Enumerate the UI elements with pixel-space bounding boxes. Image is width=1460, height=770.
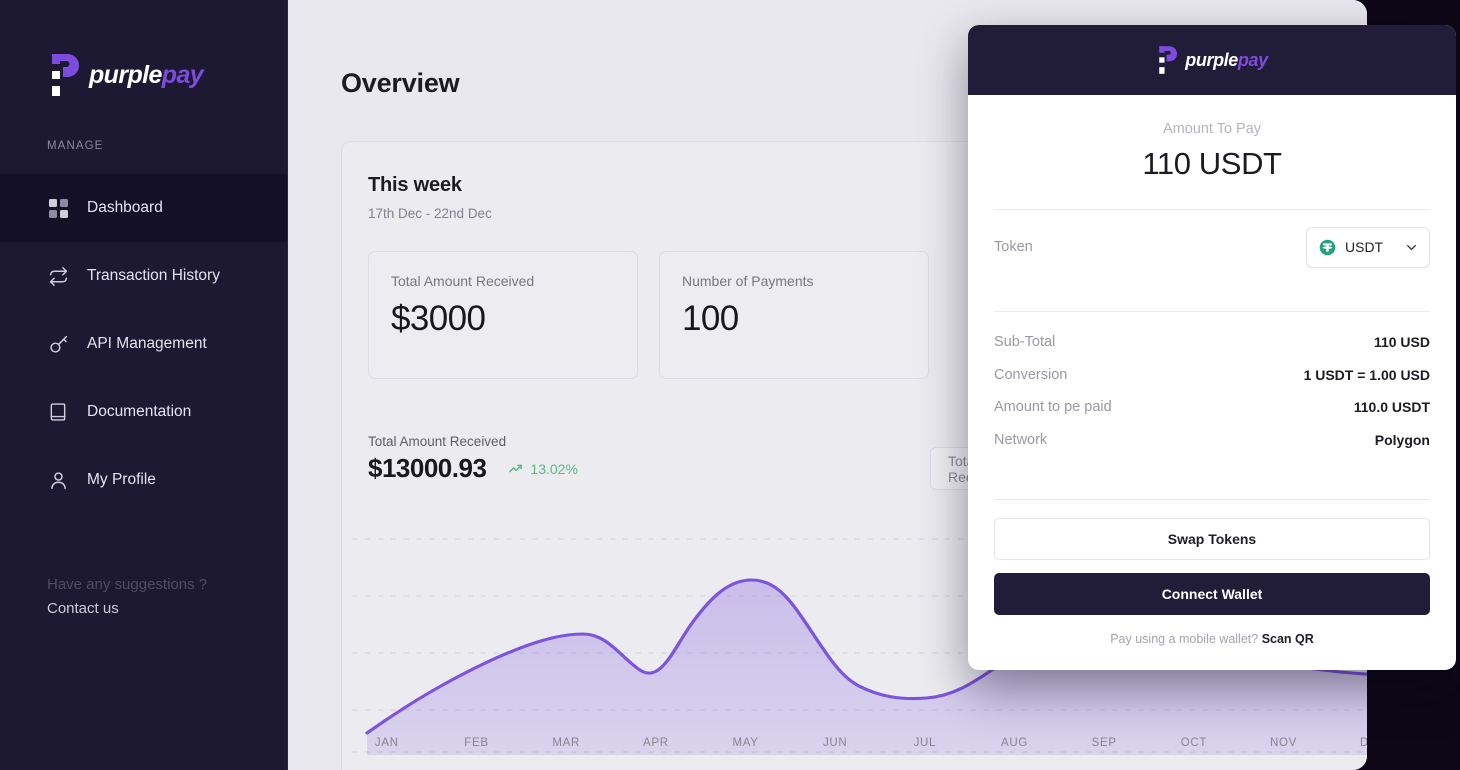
x-axis-tick: JUL xyxy=(913,737,937,749)
sidebar-footer: Have any suggestions ? Contact us xyxy=(47,573,207,623)
amount-to-pay-label: Amount To Pay xyxy=(1162,121,1262,137)
chart-header-label: Total Amount Received xyxy=(368,434,507,449)
brand-word-pay: pay xyxy=(161,60,204,89)
token-label: Token xyxy=(994,239,1033,255)
x-axis-tick: MAR xyxy=(552,737,580,749)
sidebar-item-label: Dashboard xyxy=(87,199,163,216)
grid-icon xyxy=(47,197,69,219)
sidebar-item-api-management[interactable]: API Management xyxy=(0,310,287,378)
sidebar: purplepay MANAGE Dashboard Transaction H… xyxy=(0,0,288,770)
scan-qr-link[interactable]: Scan QR xyxy=(1262,632,1314,646)
swap-tokens-button[interactable]: Swap Tokens xyxy=(994,518,1430,560)
detail-row: Sub-Total 110 USD xyxy=(994,326,1430,359)
user-icon xyxy=(47,469,69,491)
brand-word-purple: purple xyxy=(1185,49,1238,70)
connect-wallet-button[interactable]: Connect Wallet xyxy=(994,573,1430,615)
stat-value: 100 xyxy=(682,299,739,338)
x-axis-tick: AUG xyxy=(1001,737,1029,749)
x-axis-tick: MAY xyxy=(732,737,759,749)
sidebar-item-label: Transaction History xyxy=(87,267,220,284)
chart-delta: 13.02% xyxy=(508,460,578,477)
stat-total-amount-received: Total Amount Received $3000 xyxy=(368,251,638,379)
detail-key: Sub-Total xyxy=(994,334,1056,351)
purplepay-logo-icon xyxy=(47,54,79,96)
brand-word-purple: purple xyxy=(89,60,162,89)
sidebar-item-label: API Management xyxy=(87,335,207,352)
brand-word-pay: pay xyxy=(1237,49,1268,70)
brand-wordmark: purplepay xyxy=(1185,49,1268,71)
chart-header-amount: $13000.93 xyxy=(368,453,487,483)
contact-us-link[interactable]: Contact us xyxy=(47,597,207,622)
x-axis-tick: DEC xyxy=(1328,737,1367,749)
sidebar-item-label: Documentation xyxy=(87,403,192,420)
detail-key: Network xyxy=(994,431,1048,448)
trend-up-icon xyxy=(509,464,523,473)
detail-value: Polygon xyxy=(1374,431,1430,448)
sidebar-item-transaction-history[interactable]: Transaction History xyxy=(0,242,287,310)
detail-value: 1 USDT = 1.00 USD xyxy=(1303,366,1430,383)
chevron-down-icon xyxy=(1405,241,1418,254)
x-axis-tick: APR xyxy=(642,737,669,749)
x-axis-tick: SEP xyxy=(1091,737,1117,749)
sidebar-item-label: My Profile xyxy=(87,471,156,488)
sidebar-logo[interactable]: purplepay xyxy=(0,0,287,106)
sidebar-item-dashboard[interactable]: Dashboard xyxy=(0,174,287,242)
modal-body: Amount To Pay 110 USDT Token USDT Sub-To… xyxy=(968,95,1456,670)
chart-delta-value: 13.02% xyxy=(530,460,578,477)
x-axis-tick: JAN xyxy=(374,737,399,749)
token-select-value: USDT xyxy=(1345,239,1384,255)
transfer-arrows-icon xyxy=(47,265,69,287)
detail-value: 110.0 USDT xyxy=(1353,399,1430,416)
sidebar-section-label: MANAGE xyxy=(47,140,104,152)
x-axis-tick: JUN xyxy=(822,737,848,749)
payment-details: Sub-Total 110 USD Conversion 1 USDT = 1.… xyxy=(994,312,1430,472)
detail-key: Amount to pe paid xyxy=(994,399,1112,416)
book-icon xyxy=(47,401,69,423)
chart-x-axis-labels: JAN FEB MAR APR MAY JUN JUL AUG SEP OCT … xyxy=(342,737,1367,749)
app-root: purplepay MANAGE Dashboard Transaction H… xyxy=(0,0,1460,770)
detail-row: Conversion 1 USDT = 1.00 USD xyxy=(994,359,1430,392)
sidebar-item-documentation[interactable]: Documentation xyxy=(0,378,287,446)
detail-row: Amount to pe paid 110.0 USDT xyxy=(994,391,1430,424)
stat-label: Total Amount Received xyxy=(391,273,535,289)
payment-modal: purplepay Amount To Pay 110 USDT Token U… xyxy=(968,25,1456,670)
amount-to-pay-value: 110 USDT xyxy=(1142,146,1282,181)
modal-header: purplepay xyxy=(968,25,1456,95)
stat-number-of-payments: Number of Payments 100 xyxy=(659,251,929,379)
brand-wordmark: purplepay xyxy=(89,60,204,89)
suggestions-text: Have any suggestions ? xyxy=(47,575,208,593)
sidebar-nav: Dashboard Transaction History API Manage… xyxy=(0,174,287,514)
x-axis-tick: FEB xyxy=(464,737,489,749)
stat-value: $3000 xyxy=(391,299,486,338)
x-axis-tick: OCT xyxy=(1180,737,1208,749)
divider xyxy=(994,499,1430,500)
detail-row: Network Polygon xyxy=(994,424,1430,457)
scan-qr-prefix: Pay using a mobile wallet? xyxy=(1110,632,1262,646)
stat-label: Number of Payments xyxy=(682,273,814,289)
token-row: Token USDT xyxy=(994,210,1430,284)
usdt-token-icon xyxy=(1319,239,1336,256)
purplepay-logo-icon xyxy=(1156,46,1178,74)
x-axis-tick: NOV xyxy=(1270,737,1298,749)
key-icon xyxy=(47,333,69,355)
detail-key: Conversion xyxy=(994,366,1068,383)
detail-value: 110 USD xyxy=(1373,334,1430,351)
scan-qr-footer: Pay using a mobile wallet? Scan QR xyxy=(994,615,1430,670)
token-select[interactable]: USDT xyxy=(1306,226,1430,268)
sidebar-item-my-profile[interactable]: My Profile xyxy=(0,446,287,514)
